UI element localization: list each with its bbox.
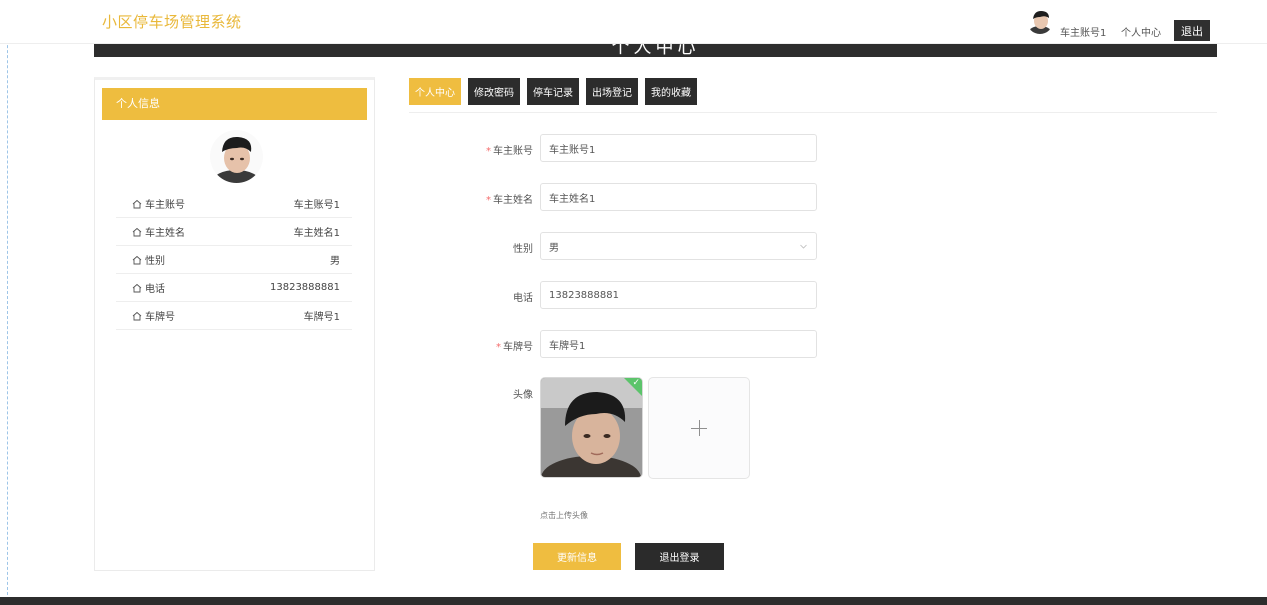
top-header: 小区停车场管理系统 车主账号1 个人中心 退出	[0, 0, 1267, 44]
tab-my-favorites[interactable]: 我的收藏	[645, 78, 697, 105]
home-icon	[132, 227, 142, 236]
banner-title: 个人中心	[611, 44, 700, 57]
guide-line	[7, 0, 8, 605]
info-row-name: 车主姓名 车主姓名1	[116, 218, 352, 246]
required-mark: *	[486, 195, 491, 206]
plate-input[interactable]: 车牌号1	[540, 330, 817, 358]
info-key-label: 车主姓名	[145, 228, 185, 239]
tab-parking-records[interactable]: 停车记录	[527, 78, 579, 105]
name-input[interactable]: 车主姓名1	[540, 183, 817, 211]
info-key-label: 车主账号	[145, 200, 185, 211]
uploaded-avatar-preview[interactable]: ✓	[540, 377, 643, 478]
info-value: 车主账号1	[293, 200, 340, 211]
upload-hint: 点击上传头像	[540, 511, 588, 520]
gender-select[interactable]: 男	[540, 232, 817, 260]
gender-label: 性别	[513, 244, 533, 255]
person-avatar-icon	[1027, 8, 1053, 34]
info-value: 男	[330, 256, 340, 267]
header-account-name: 车主账号1	[1060, 28, 1107, 39]
info-row-plate: 车牌号 车牌号1	[116, 302, 352, 330]
chevron-down-icon	[800, 244, 807, 249]
page: 小区停车场管理系统 车主账号1 个人中心 退出 个人中心 个人信息 车主账号 车…	[0, 0, 1267, 605]
tab-personal-center[interactable]: 个人中心	[409, 78, 461, 105]
tab-divider	[409, 112, 1217, 113]
info-key: 车牌号	[132, 308, 175, 323]
home-icon	[132, 199, 142, 208]
upload-add-button[interactable]	[648, 377, 750, 479]
home-icon	[132, 283, 142, 292]
required-mark: *	[486, 146, 491, 157]
header-personal-center-link[interactable]: 个人中心	[1121, 24, 1161, 39]
logout-button[interactable]: 退出登录	[635, 543, 724, 570]
person-photo-icon	[210, 130, 263, 183]
account-label: * 车主账号	[486, 146, 533, 157]
info-key: 性别	[132, 252, 165, 267]
name-label: * 车主姓名	[486, 195, 533, 206]
info-value: 车主姓名1	[293, 228, 340, 239]
info-value: 车牌号1	[303, 312, 340, 323]
info-row-gender: 性别 男	[116, 246, 352, 274]
info-key-label: 车牌号	[145, 312, 175, 323]
profile-avatar	[210, 130, 263, 183]
info-key: 电话	[132, 280, 165, 295]
tab-bar: 个人中心 修改密码 停车记录 出场登记 我的收藏	[409, 78, 697, 105]
plate-label: * 车牌号	[496, 342, 533, 353]
info-row-account: 车主账号 车主账号1	[116, 190, 352, 218]
avatar-label: 头像	[513, 390, 533, 401]
tab-exit-registration[interactable]: 出场登记	[586, 78, 638, 105]
home-icon	[132, 255, 142, 264]
page-banner: 个人中心	[94, 44, 1217, 57]
info-key-label: 性别	[145, 256, 165, 267]
required-mark: *	[496, 342, 501, 353]
profile-card-title: 个人信息	[102, 88, 367, 120]
info-value: 13823888881	[270, 282, 340, 293]
account-input[interactable]: 车主账号1	[540, 134, 817, 162]
update-info-button[interactable]: 更新信息	[533, 543, 621, 570]
profile-card: 个人信息 车主账号 车主账号1 车主姓名 车主姓名1 性别 男 电话 13823…	[94, 77, 375, 571]
profile-info-list: 车主账号 车主账号1 车主姓名 车主姓名1 性别 男 电话 1382388888…	[116, 190, 352, 330]
plus-icon-vertical	[699, 420, 700, 436]
page-footer	[0, 597, 1267, 605]
header-logout-button[interactable]: 退出	[1174, 20, 1210, 41]
info-key-label: 电话	[145, 284, 165, 295]
site-title[interactable]: 小区停车场管理系统	[102, 11, 242, 32]
info-key: 车主姓名	[132, 224, 185, 239]
info-row-phone: 电话 13823888881	[116, 274, 352, 302]
header-avatar[interactable]	[1027, 8, 1053, 34]
phone-input[interactable]: 13823888881	[540, 281, 817, 309]
tab-change-password[interactable]: 修改密码	[468, 78, 520, 105]
phone-label: 电话	[513, 293, 533, 304]
info-key: 车主账号	[132, 196, 185, 211]
check-icon: ✓	[632, 378, 640, 388]
home-icon	[132, 311, 142, 320]
